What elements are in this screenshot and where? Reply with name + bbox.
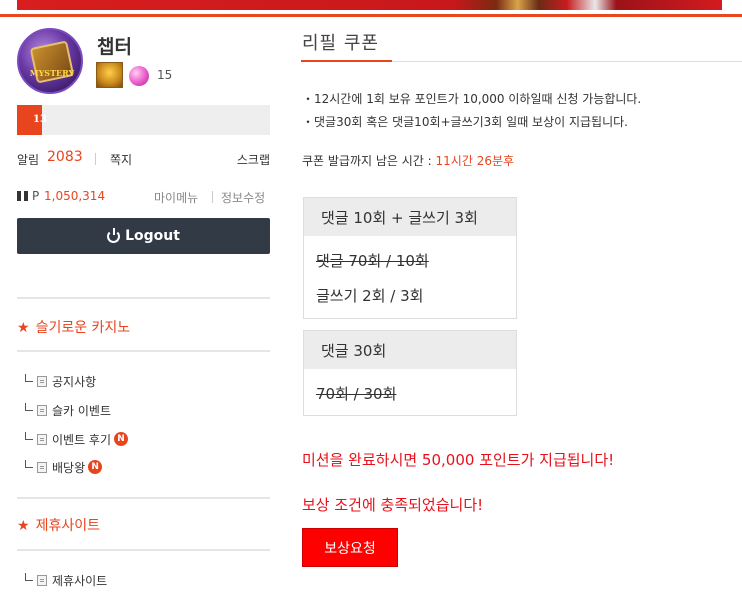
menu-item-label: 제휴사이트	[52, 573, 108, 588]
tree-branch-icon	[25, 573, 33, 581]
notification-count[interactable]: 2083	[47, 149, 83, 165]
request-reward-button[interactable]: 보상요청	[302, 528, 398, 567]
divider	[212, 191, 213, 203]
menu-item-event[interactable]: 슬카 이벤트	[25, 402, 111, 418]
level-number: 15	[157, 68, 173, 82]
notice-line: ・12시간에 1회 보유 포인트가 10,000 이하일때 신청 가능합니다.	[302, 92, 642, 106]
section-title-casino[interactable]: ★ 슬기로운 카지노	[17, 317, 130, 337]
section-divider	[17, 350, 270, 352]
exp-label: 13	[33, 114, 47, 125]
document-icon	[37, 574, 47, 586]
document-icon	[37, 433, 47, 445]
mission-box-title: 댓글 10회 + 글쓰기 3회	[304, 198, 516, 236]
section-divider	[17, 497, 270, 499]
power-icon	[107, 227, 121, 243]
banner-image[interactable]	[17, 0, 722, 10]
my-menu-link[interactable]: 마이메뉴	[154, 189, 198, 206]
menu-item-notice[interactable]: 공지사항	[25, 373, 96, 389]
gem-icon	[129, 66, 149, 86]
section-divider	[17, 549, 270, 551]
mission-progress-comments: 댓글 70회 / 10회	[316, 252, 429, 270]
points-row: P 1,050,314 마이메뉴 정보수정	[17, 188, 270, 206]
title-underline-accent	[301, 60, 392, 62]
logout-label: Logout	[125, 228, 180, 244]
tree-branch-icon	[25, 460, 33, 468]
star-icon: ★	[17, 320, 30, 336]
new-badge: N	[88, 460, 103, 474]
countdown-label: 쿠폰 발급까지 남은 시간 :	[302, 154, 432, 168]
edit-info-link[interactable]: 정보수정	[221, 189, 265, 206]
tree-branch-icon	[25, 432, 33, 440]
user-name: 챕터	[97, 36, 132, 58]
document-icon	[37, 375, 47, 387]
menu-item-label: 이벤트 후기	[52, 432, 112, 447]
menu-item-label: 공지사항	[52, 374, 97, 389]
top-banner	[0, 0, 742, 17]
menu-item-partners[interactable]: 제휴사이트	[25, 572, 107, 588]
level-icon	[96, 62, 123, 88]
mission-box-title: 댓글 30회	[304, 331, 516, 369]
mission-box-comments: 댓글 30회 70회 / 30회	[303, 330, 517, 416]
section-title-label: 제휴사이트	[35, 518, 100, 534]
star-icon: ★	[17, 518, 30, 534]
page-title: 리필 쿠폰	[302, 33, 379, 54]
document-icon	[37, 404, 47, 416]
new-badge: N	[114, 432, 129, 446]
banner-divider	[0, 14, 742, 17]
points-prefix: P	[32, 189, 40, 203]
reward-message: 보상 조건에 충족되었습니다!	[302, 496, 484, 514]
exp-bar: 13	[17, 105, 270, 135]
avatar[interactable]: MYSTERY	[17, 28, 83, 94]
tree-branch-icon	[25, 374, 33, 382]
main-content: 리필 쿠폰 ・12시간에 1회 보유 포인트가 10,000 이하일때 신청 가…	[301, 28, 742, 603]
section-divider	[17, 297, 270, 299]
mission-message: 미션을 완료하시면 50,000 포인트가 지급됩니다!	[302, 451, 615, 469]
section-title-label: 슬기로운 카지노	[35, 320, 131, 336]
notification-link[interactable]: 알림	[17, 151, 39, 168]
logout-button[interactable]: Logout	[17, 218, 270, 254]
mission-box-comments-posts: 댓글 10회 + 글쓰기 3회 댓글 70회 / 10회 글쓰기 2회 / 3회	[303, 197, 517, 319]
points-value: 1,050,314	[44, 189, 106, 203]
divider	[95, 153, 96, 165]
document-icon	[37, 461, 47, 473]
menu-item-event-review[interactable]: 이벤트 후기 N	[25, 431, 129, 447]
mission-progress-comments: 70회 / 30회	[316, 385, 397, 403]
memo-link[interactable]: 쪽지	[110, 151, 132, 168]
scrap-link[interactable]: 스크랩	[237, 151, 270, 168]
menu-item-dividend-king[interactable]: 배당왕 N	[25, 459, 103, 475]
mission-progress-posts: 글쓰기 2회 / 3회	[316, 287, 424, 305]
menu-item-label: 슬카 이벤트	[52, 403, 112, 418]
section-title-partners[interactable]: ★ 제휴사이트	[17, 515, 100, 535]
gift-icon	[17, 188, 28, 201]
avatar-caption: MYSTERY	[29, 68, 75, 78]
notice-line: ・댓글30회 혹은 댓글10회+글쓰기3회 일때 보상이 지급됩니다.	[302, 115, 628, 129]
countdown-value: 11시간 26분후	[435, 154, 515, 168]
tree-branch-icon	[25, 403, 33, 411]
countdown: 쿠폰 발급까지 남은 시간 : 11시간 26분후	[302, 152, 514, 169]
menu-item-label: 배당왕	[52, 460, 86, 475]
notification-row: 알림 2083 쪽지 스크랩	[17, 149, 270, 168]
